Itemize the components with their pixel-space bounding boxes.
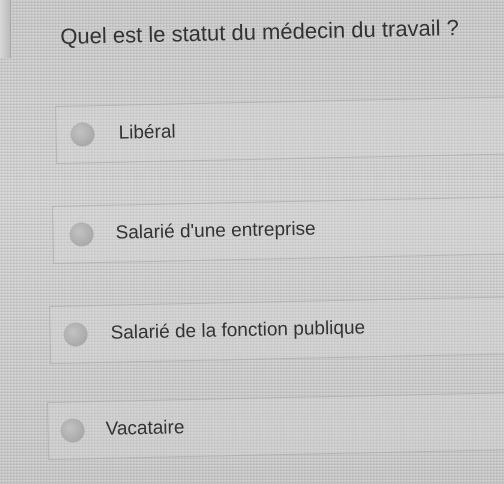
radio-button-icon[interactable]: [60, 418, 85, 443]
question-title: Quel est le statut du médecin du travail…: [60, 14, 460, 49]
option-label: Salarié de la fonction publique: [110, 317, 366, 344]
radio-button-icon[interactable]: [63, 322, 88, 347]
option-label: Vacataire: [105, 417, 185, 440]
option-label: Salarié d'une entreprise: [115, 218, 316, 244]
answer-option-salarie-fonction-publique[interactable]: Salarié de la fonction publique: [49, 296, 504, 364]
answer-option-salarie-entreprise[interactable]: Salarié d'une entreprise: [52, 196, 504, 264]
radio-button-icon[interactable]: [69, 222, 94, 247]
answer-option-vacataire[interactable]: Vacataire: [47, 392, 504, 460]
option-label: Libéral: [118, 121, 176, 144]
left-edge-bar: [0, 0, 11, 58]
radio-button-icon[interactable]: [70, 122, 95, 147]
answer-option-liberal[interactable]: Libéral: [55, 96, 504, 164]
